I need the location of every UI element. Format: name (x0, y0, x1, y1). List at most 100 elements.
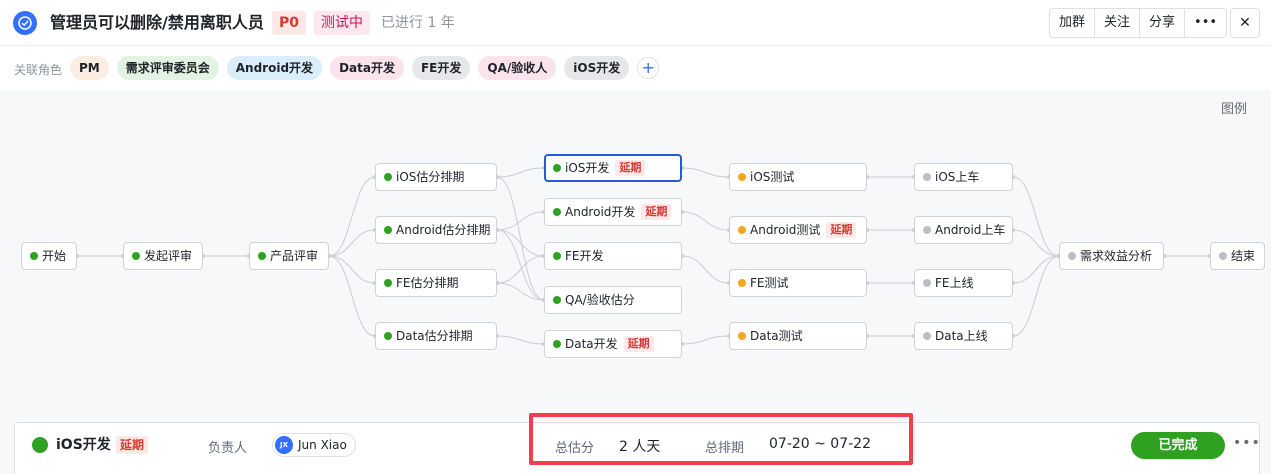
node-status-dot (553, 208, 561, 216)
workflow-node-ios-test[interactable]: iOS测试 (729, 163, 867, 191)
role-chip[interactable]: iOS开发 (564, 56, 630, 80)
role-chip[interactable]: Data开发 (330, 56, 404, 80)
role-chip[interactable]: 需求评审委员会 (116, 56, 219, 80)
workflow-node-fe-test[interactable]: FE测试 (729, 269, 867, 297)
workflow-node-product-review[interactable]: 产品评审 (249, 242, 329, 270)
status-badge: 测试中 (314, 11, 370, 35)
node-label: 需求效益分析 (1080, 249, 1153, 263)
add-role-icon[interactable]: + (637, 57, 660, 79)
workflow-edge (328, 176, 376, 257)
workflow-edge (496, 211, 545, 231)
node-label: Data估分排期 (396, 329, 473, 343)
workflow-node-start[interactable]: 开始 (21, 242, 77, 270)
workflow-edge (496, 255, 545, 284)
owner-label: 负责人 (208, 441, 248, 456)
node-label: FE测试 (750, 276, 789, 290)
node-status-dot (923, 226, 931, 234)
node-label: Data测试 (750, 329, 803, 343)
workflow-edge (681, 167, 730, 178)
node-label: Data开发 (565, 337, 618, 351)
node-status-dot (384, 279, 392, 287)
node-label: Android开发 (565, 205, 636, 219)
node-label: iOS估分排期 (396, 170, 465, 184)
node-label: Android上车 (935, 223, 1006, 237)
workflow-node-data-release[interactable]: Data上线 (914, 322, 1013, 350)
node-status-dot (738, 226, 746, 234)
workflow-node-data-test[interactable]: Data测试 (729, 322, 867, 350)
node-status-dot (1068, 252, 1076, 260)
node-label: FE估分排期 (396, 276, 459, 290)
share-button[interactable]: 分享 (1140, 9, 1186, 37)
workflow-node-ios-est[interactable]: iOS估分排期 (375, 163, 497, 191)
node-status-dot (738, 279, 746, 287)
workflow-edge (1012, 229, 1060, 257)
workflow-node-android-est[interactable]: Android估分排期 (375, 216, 497, 244)
node-status-dot (32, 437, 48, 453)
highlight-box (529, 413, 913, 465)
node-status-dot (553, 296, 561, 304)
workflow-node-android-release[interactable]: Android上车 (914, 216, 1013, 244)
avatar: JX (275, 436, 293, 454)
workflow-node-qa-est[interactable]: QA/验收估分 (544, 286, 682, 314)
node-label: FE开发 (565, 249, 604, 263)
node-label: iOS上车 (935, 170, 980, 184)
node-label: 产品评审 (270, 249, 319, 263)
workflow-node-fe-est[interactable]: FE估分排期 (375, 269, 497, 297)
delay-badge: 延期 (116, 436, 149, 454)
workflow-node-android-dev[interactable]: Android开发 延期 (544, 198, 682, 226)
workflow-edge (496, 229, 545, 257)
node-label: Android估分排期 (396, 223, 491, 237)
role-chip[interactable]: FE开发 (411, 56, 471, 80)
node-status-dot (553, 164, 561, 172)
node-status-dot (384, 226, 392, 234)
role-chip[interactable]: Android开发 (226, 56, 323, 80)
node-status-dot (553, 340, 561, 348)
node-status-dot (384, 332, 392, 340)
node-status-dot (738, 173, 746, 181)
workflow-edge (328, 255, 376, 284)
node-status-dot (384, 173, 392, 181)
workflow-canvas: 图例 开始 发起评审 产品评审 iOS估分排期 Android估分排期 FE估分排期 Dat… (0, 90, 1271, 422)
role-chip[interactable]: PM (70, 56, 109, 80)
workflow-node-ios-release[interactable]: iOS上车 (914, 163, 1013, 191)
workflow-node-fe-release[interactable]: FE上线 (914, 269, 1013, 297)
workflow-node-data-dev[interactable]: Data开发 延期 (544, 330, 682, 358)
roles-label: 关联角色 (14, 63, 63, 77)
node-status-dot (553, 252, 561, 260)
workflow-node-fe-dev[interactable]: FE开发 (544, 242, 682, 270)
node-status-dot (923, 173, 931, 181)
workflow-node-ios-dev[interactable]: iOS开发 延期 (544, 154, 682, 182)
priority-badge: P0 (272, 11, 307, 35)
workflow-node-android-test[interactable]: Android测试 延期 (729, 216, 867, 244)
node-label: FE上线 (935, 276, 974, 290)
node-status-dot (1219, 252, 1227, 260)
node-label: Android测试 (750, 223, 821, 237)
follow-button[interactable]: 关注 (1095, 9, 1141, 37)
workflow-node-data-est[interactable]: Data估分排期 (375, 322, 497, 350)
more-icon[interactable]: ••• (1185, 9, 1226, 37)
node-label: 结束 (1231, 249, 1256, 263)
page-title: 管理员可以删除/禁用离职人员 (50, 13, 264, 32)
workflow-edge (1012, 255, 1060, 337)
related-roles-bar: 关联角色 PM 需求评审委员会 Android开发 Data开发 FE开发 QA/验收人 i… (0, 46, 1271, 90)
node-status-dot (30, 252, 38, 260)
join-group-button[interactable]: 加群 (1050, 9, 1096, 37)
workflow-node-end[interactable]: 结束 (1210, 242, 1265, 270)
workflow-node-benefit[interactable]: 需求效益分析 (1059, 242, 1164, 270)
header-actions: 加群 关注 分享 ••• (1049, 8, 1228, 38)
more-icon[interactable]: ••• (1233, 435, 1261, 451)
task-check-icon (13, 11, 37, 35)
role-chip[interactable]: QA/验收人 (478, 56, 557, 80)
workflow-node-review-start[interactable]: 发起评审 (123, 242, 203, 270)
complete-button[interactable]: 已完成 (1131, 432, 1225, 459)
node-status-dot (923, 332, 931, 340)
owner-chip[interactable]: JX Jun Xiao (272, 433, 356, 457)
delay-badge: 延期 (641, 204, 672, 220)
node-name: iOS开发 (56, 437, 111, 453)
close-icon[interactable]: ✕ (1230, 8, 1260, 38)
node-status-dot (132, 252, 140, 260)
workflow-edge (681, 335, 730, 345)
node-label: QA/验收估分 (565, 293, 635, 307)
workflow-edge (1012, 176, 1060, 257)
node-label: 开始 (42, 249, 67, 263)
